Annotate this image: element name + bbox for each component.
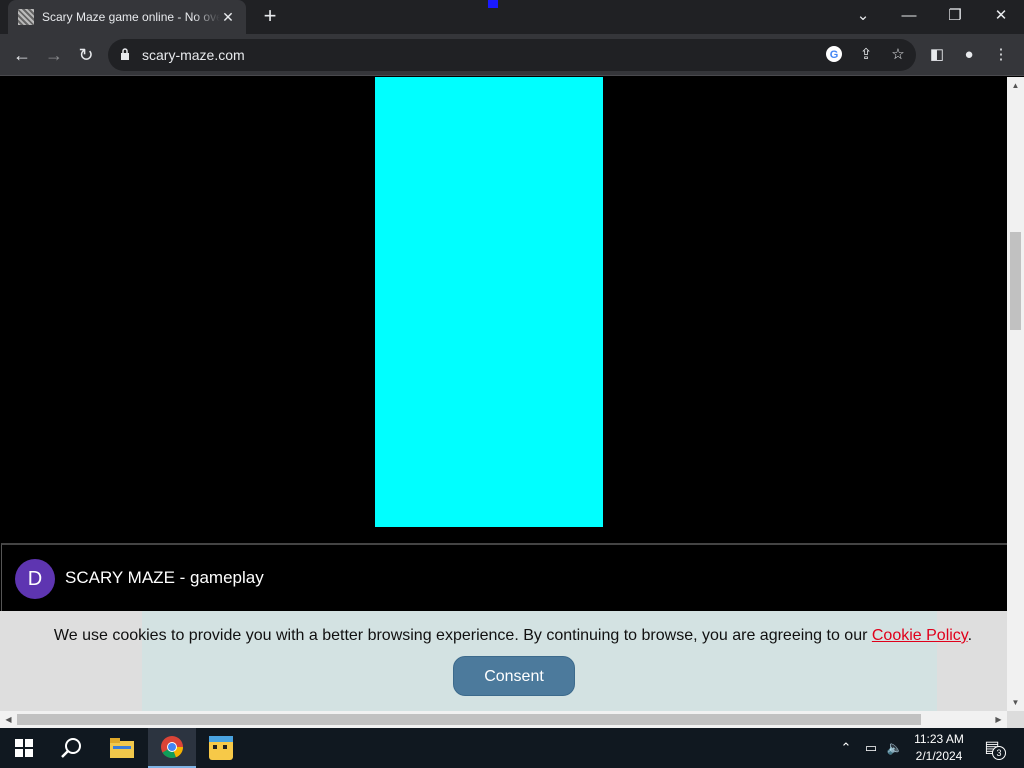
volume-muted-icon[interactable]: 🔈 xyxy=(885,738,905,758)
maze-path[interactable] xyxy=(375,77,603,527)
url-text: scary-maze.com xyxy=(142,47,245,63)
profile-icon[interactable]: ● xyxy=(958,44,980,66)
chrome-icon[interactable] xyxy=(148,728,196,768)
tab-search-chevron-down-icon[interactable]: ⌄ xyxy=(840,0,886,34)
cookie-message-suffix: . xyxy=(967,627,973,644)
horizontal-scroll-thumb[interactable] xyxy=(17,714,921,725)
cookie-banner: We use cookies to provide you with a bet… xyxy=(0,611,1007,711)
channel-avatar[interactable]: D xyxy=(15,559,55,599)
restore-button[interactable]: ❐ xyxy=(932,0,978,34)
show-hidden-icons-chevron-up-icon[interactable]: ⌃ xyxy=(836,738,856,758)
scroll-right-icon[interactable]: ▶ xyxy=(990,711,1007,728)
cookie-message-text: We use cookies to provide you with a bet… xyxy=(53,627,872,644)
windows-start-icon[interactable] xyxy=(0,728,48,768)
scrollbar-corner xyxy=(1007,711,1024,728)
google-lens-icon[interactable]: G xyxy=(824,45,844,65)
page-viewport: D SCARY MAZE - gameplay We use cookies t… xyxy=(0,77,1007,711)
svg-text:G: G xyxy=(830,49,839,61)
clock-date: 2/1/2024 xyxy=(915,749,963,763)
minimize-button[interactable]: — xyxy=(886,0,932,34)
taskbar-clock[interactable]: 11:23 AM 2/1/2024 xyxy=(905,731,973,765)
browser-toolbar: ← → ↻ scary-maze.com G ⇪ ☆ ◧ ● ⋮ xyxy=(0,34,1024,76)
tab-close-icon[interactable]: ✕ xyxy=(220,9,236,25)
windows-taskbar: ⌃ ▭ 🔈 11:23 AM 2/1/2024 ▤ 3 xyxy=(0,728,1024,768)
address-bar[interactable]: scary-maze.com G ⇪ ☆ xyxy=(108,39,916,71)
back-arrow-icon[interactable]: ← xyxy=(9,42,35,68)
lock-icon xyxy=(121,48,129,60)
scroll-left-icon[interactable]: ◀ xyxy=(0,711,17,728)
search-icon[interactable] xyxy=(48,728,96,768)
side-panel-icon[interactable]: ◧ xyxy=(926,44,948,66)
cookie-policy-link[interactable]: Cookie Policy xyxy=(872,627,968,644)
network-icon[interactable]: ▭ xyxy=(861,738,881,758)
share-icon[interactable]: ⇪ xyxy=(856,45,876,65)
close-window-button[interactable]: ✕ xyxy=(978,0,1024,34)
video-embed-header[interactable]: D SCARY MAZE - gameplay xyxy=(1,543,1007,611)
tab-title: Scary Maze game online - No overlay xyxy=(42,10,220,24)
horizontal-scrollbar[interactable]: ◀ ▶ xyxy=(0,711,1007,728)
clock-time: 11:23 AM xyxy=(914,732,964,746)
video-title[interactable]: SCARY MAZE - gameplay xyxy=(65,568,264,588)
scroll-up-icon[interactable]: ▲ xyxy=(1007,77,1024,94)
cookie-message: We use cookies to provide you with a bet… xyxy=(0,627,1007,645)
file-explorer-icon[interactable] xyxy=(98,728,146,768)
bookmark-star-icon[interactable]: ☆ xyxy=(888,45,908,65)
browser-tabstrip: Scary Maze game online - No overlay ✕ + … xyxy=(0,0,1024,34)
reload-icon[interactable]: ↻ xyxy=(73,42,99,68)
notification-count-badge: 3 xyxy=(992,746,1006,760)
consent-button[interactable]: Consent xyxy=(453,656,575,696)
game-app-icon[interactable] xyxy=(197,728,245,768)
scroll-down-icon[interactable]: ▼ xyxy=(1007,694,1024,711)
forward-arrow-icon[interactable]: → xyxy=(41,42,67,68)
media-indicator xyxy=(488,0,498,8)
vertical-scrollbar[interactable]: ▲ ▼ xyxy=(1007,77,1024,711)
vertical-scroll-thumb[interactable] xyxy=(1010,232,1021,330)
menu-dots-icon[interactable]: ⋮ xyxy=(990,44,1012,66)
site-favicon-icon xyxy=(18,9,34,25)
new-tab-button[interactable]: + xyxy=(258,5,282,29)
browser-tab[interactable]: Scary Maze game online - No overlay ✕ xyxy=(8,0,246,34)
